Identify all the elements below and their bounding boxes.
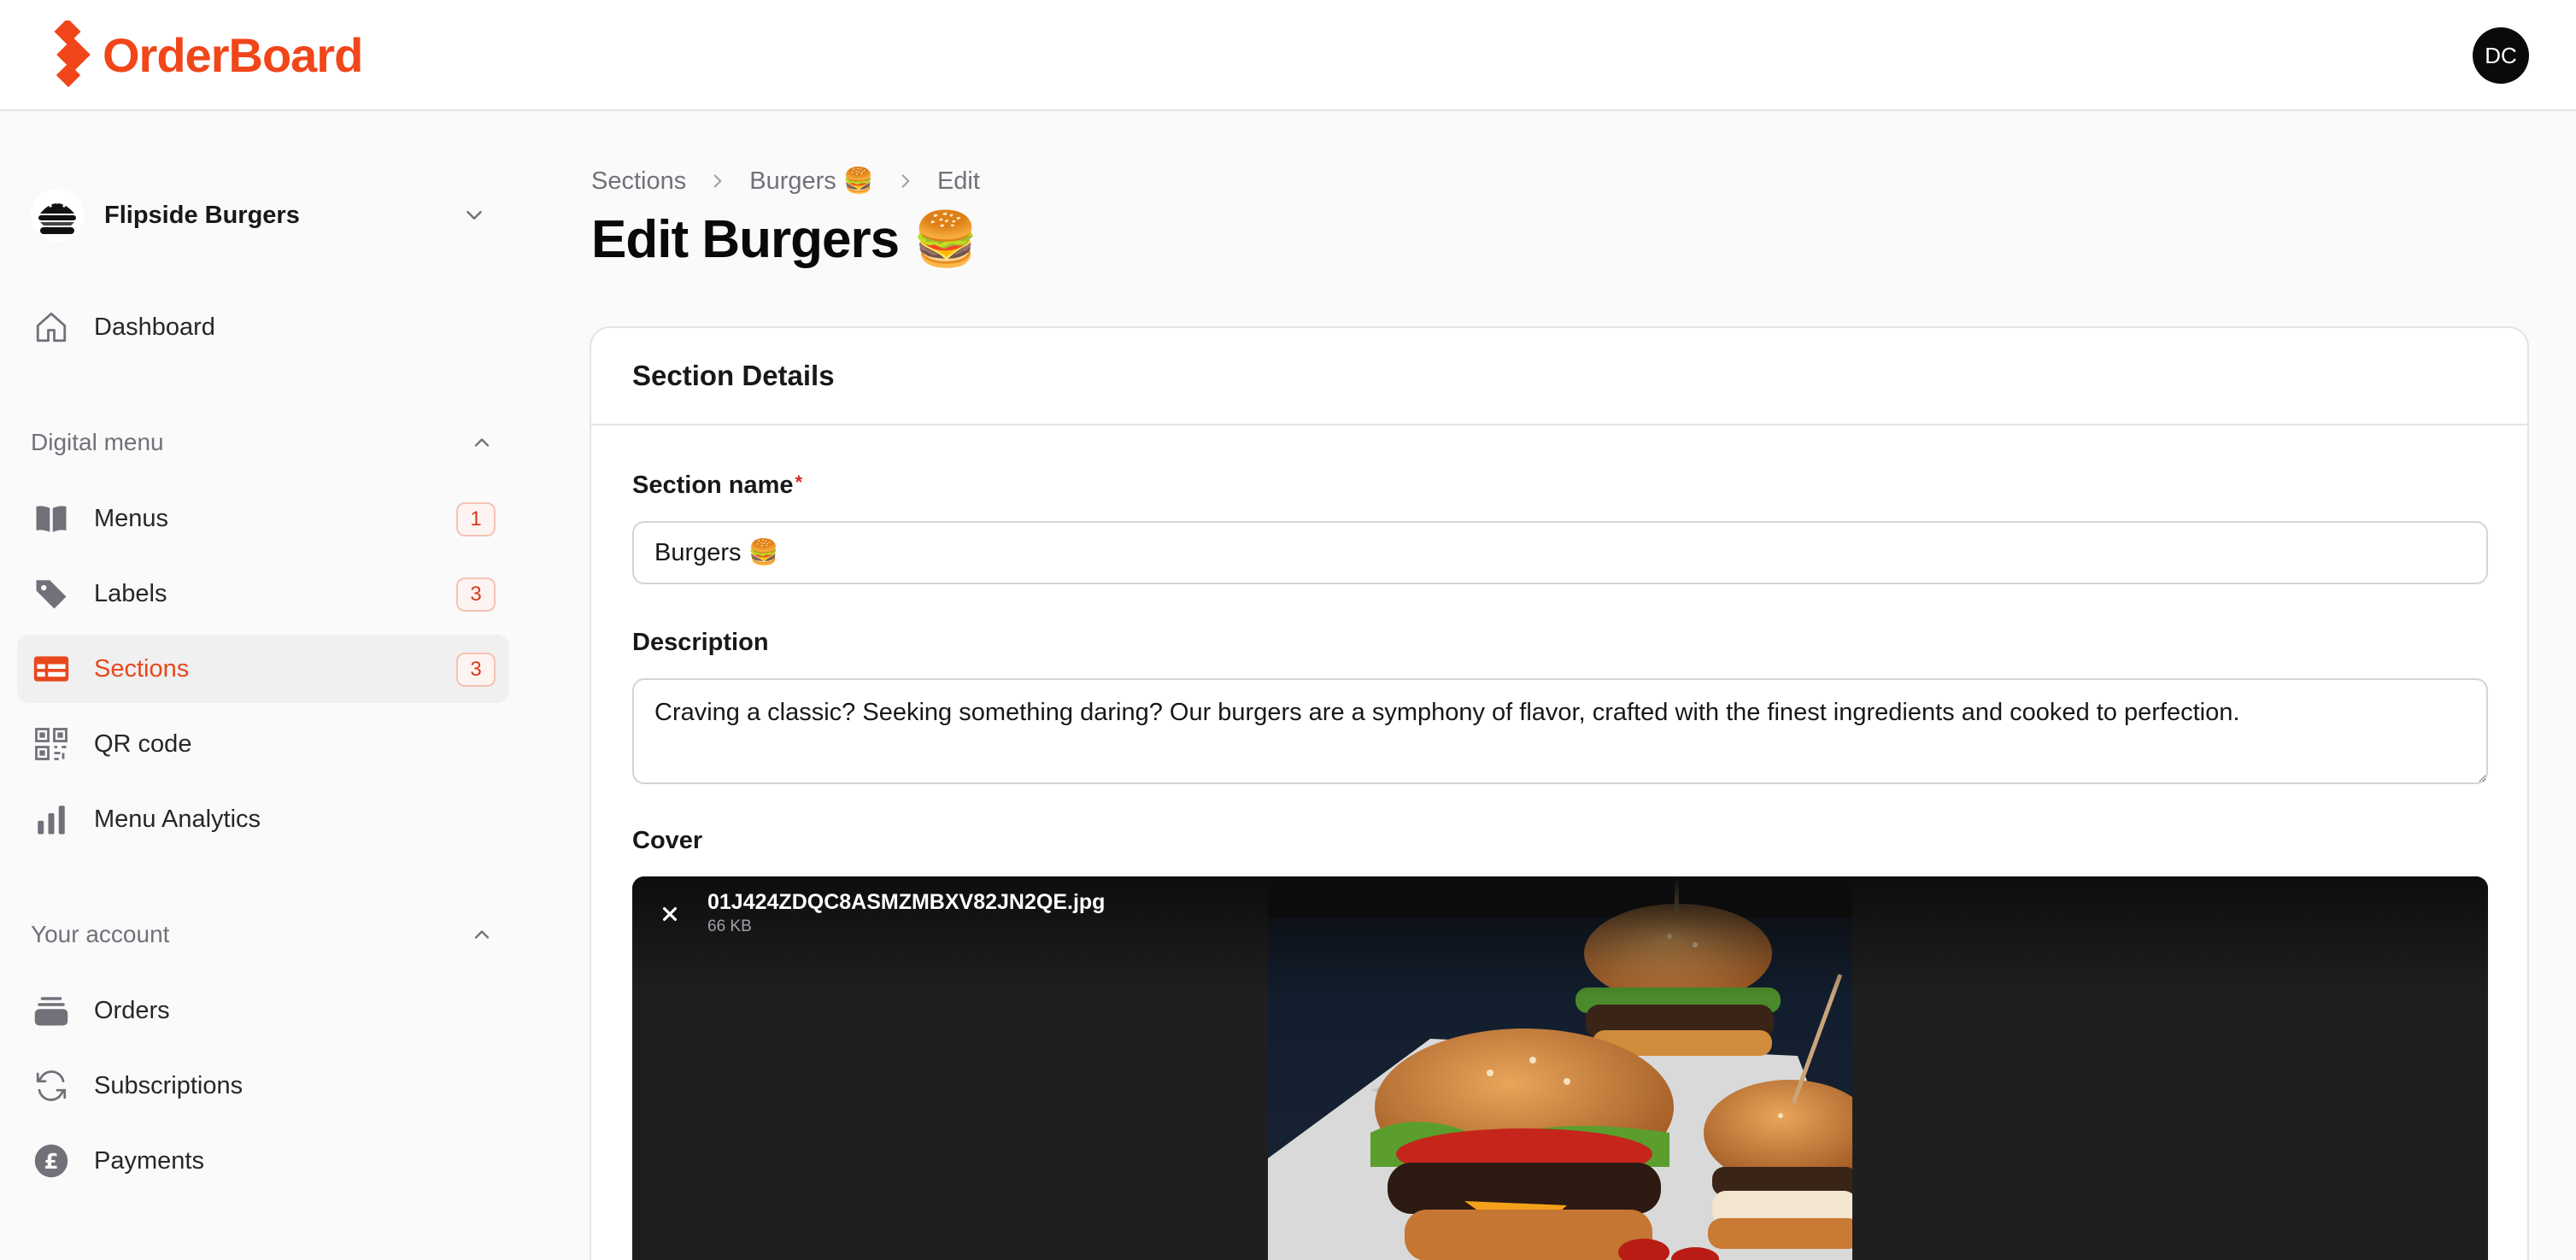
chevron-down-icon	[466, 211, 482, 220]
nav-group-label: Your account	[31, 921, 170, 947]
sidebar-item-payments[interactable]: £ Payments	[17, 1127, 509, 1195]
sidebar-item-label: Sections	[94, 654, 190, 683]
chevron-up-icon	[474, 438, 490, 447]
qr-code-icon	[32, 725, 70, 763]
sidebar-item-qr-code[interactable]: QR code	[17, 710, 509, 778]
pound-icon: £	[32, 1142, 70, 1180]
top-bar: OrderBoard DC	[0, 0, 2576, 111]
home-icon	[32, 308, 70, 346]
app-name: OrderBoard	[103, 27, 363, 82]
book-icon	[32, 500, 70, 537]
section-name-input[interactable]	[632, 521, 2488, 584]
sidebar-item-label: Labels	[94, 579, 167, 607]
required-mark: *	[795, 472, 803, 493]
nav-group-label: Digital menu	[31, 429, 164, 455]
sidebar-item-sections[interactable]: Sections 3	[17, 635, 509, 703]
breadcrumb-edit: Edit	[936, 167, 980, 195]
count-badge: 3	[456, 653, 496, 687]
section-name-label-text: Section name	[632, 472, 794, 499]
sidebar-item-orders[interactable]: Orders	[17, 976, 509, 1045]
table-icon	[32, 650, 70, 688]
sidebar-item-label: Menus	[94, 504, 169, 532]
burger-logo-icon	[31, 189, 84, 242]
chevron-right-icon	[713, 174, 722, 188]
orderboard-logo[interactable]: OrderBoard	[50, 21, 363, 89]
svg-text:£: £	[44, 1149, 58, 1174]
sidebar-item-labels[interactable]: Labels 3	[17, 560, 509, 628]
cover-file-size: 66 KB	[707, 917, 752, 935]
sidebar: Flipside Burgers Dashboard Digital menu …	[0, 113, 530, 1260]
page-title: Edit Burgers 🍔	[591, 210, 978, 269]
team-switcher[interactable]: Flipside Burgers	[15, 174, 502, 256]
card-title: Section Details	[632, 360, 835, 391]
sidebar-item-subscriptions[interactable]: Subscriptions	[17, 1052, 509, 1120]
sidebar-item-label: Dashboard	[94, 313, 215, 341]
bar-chart-icon	[32, 800, 70, 838]
chevron-up-icon	[474, 930, 490, 939]
sidebar-item-label: QR code	[94, 730, 192, 758]
cover-file-name: 01J424ZDQC8ASMZMBXV82JN2QE.jpg	[707, 890, 1106, 914]
sidebar-item-label: Orders	[94, 996, 170, 1024]
stack-icon	[32, 992, 70, 1029]
close-icon	[662, 906, 678, 922]
breadcrumb-burgers[interactable]: Burgers 🍔	[749, 167, 874, 196]
card-header: Section Details	[591, 328, 2527, 425]
sidebar-item-dashboard[interactable]: Dashboard	[17, 293, 509, 361]
breadcrumb: Sections Burgers 🍔 Edit	[591, 164, 980, 198]
cover-upload-preview[interactable]: 01J424ZDQC8ASMZMBXV82JN2QE.jpg 66 KB	[632, 876, 2488, 1260]
nav-group-digital-menu[interactable]: Digital menu	[17, 417, 509, 468]
cover-label: Cover	[632, 827, 703, 854]
count-badge: 1	[456, 502, 496, 536]
sidebar-item-label: Menu Analytics	[94, 805, 261, 833]
sidebar-item-menu-analytics[interactable]: Menu Analytics	[17, 785, 509, 853]
chevron-right-icon	[901, 174, 910, 188]
sidebar-item-label: Subscriptions	[94, 1071, 244, 1099]
section-details-card: Section Details Section name* Descriptio…	[590, 326, 2529, 1260]
nav-group-your-account[interactable]: Your account	[17, 909, 509, 960]
user-avatar[interactable]: DC	[2473, 27, 2529, 84]
remove-file-button[interactable]	[651, 895, 689, 933]
breadcrumb-sections[interactable]: Sections	[591, 167, 686, 196]
description-label: Description	[632, 629, 769, 656]
team-name: Flipside Burgers	[104, 201, 300, 229]
sidebar-item-label: Payments	[94, 1146, 204, 1175]
tag-icon	[32, 575, 70, 612]
sidebar-item-menus[interactable]: Menus 1	[17, 484, 509, 553]
refresh-icon	[32, 1067, 70, 1105]
count-badge: 3	[456, 577, 496, 612]
section-name-label: Section name*	[632, 472, 802, 500]
logo-mark-icon	[54, 21, 91, 88]
description-textarea[interactable]: Craving a classic? Seeking something dar…	[632, 678, 2488, 784]
